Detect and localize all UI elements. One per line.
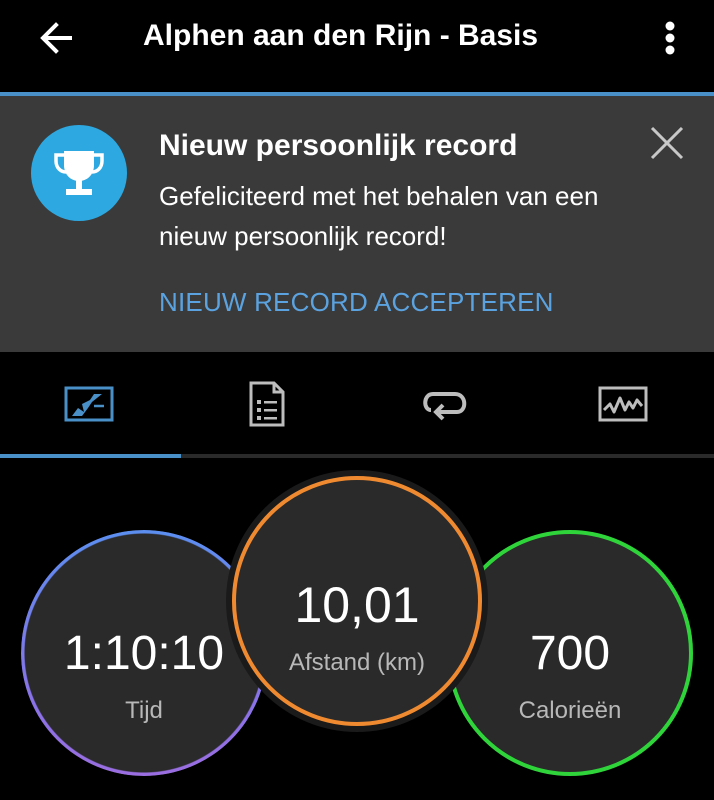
distance-stat: 10,01 Afstand (km) [232,476,482,726]
chart-icon [598,386,648,422]
tab-laps[interactable] [356,352,534,456]
close-button[interactable] [644,120,690,166]
tab-bar [0,352,714,458]
more-options-button[interactable] [648,12,692,64]
arrow-left-icon [40,22,72,54]
distance-label: Afstand (km) [288,649,426,676]
loop-icon [423,392,467,421]
trophy-badge [31,125,127,221]
more-vert-icon [665,21,675,55]
accept-record-button[interactable]: NIEUW RECORD ACCEPTEREN [159,284,554,320]
tab-charts[interactable] [534,352,712,456]
close-icon [650,126,684,160]
tab-indicator [0,454,181,458]
tab-overview[interactable] [0,352,178,456]
time-label: Tijd [125,697,163,724]
map-icon [64,386,114,422]
back-button[interactable] [30,12,82,64]
app-bar: Alphen aan den Rijn - Basis [0,0,714,76]
record-message: Gefeliciteerd met het behalen van een ni… [159,181,599,251]
calories-label: Calorieën [518,697,622,724]
page-title: Alphen aan den Rijn - Basis [143,19,539,52]
time-value: 1:10:10 [63,627,225,680]
time-stat: 1:10:10 Tijd [21,530,267,776]
tab-details[interactable] [178,352,356,456]
trophy-icon [54,151,104,195]
calories-value: 700 [529,627,611,680]
calories-stat: 700 Calorieën [447,530,693,776]
document-list-icon [249,381,285,427]
record-title: Nieuw persoonlijk record [159,129,518,162]
distance-value: 10,01 [294,577,420,633]
